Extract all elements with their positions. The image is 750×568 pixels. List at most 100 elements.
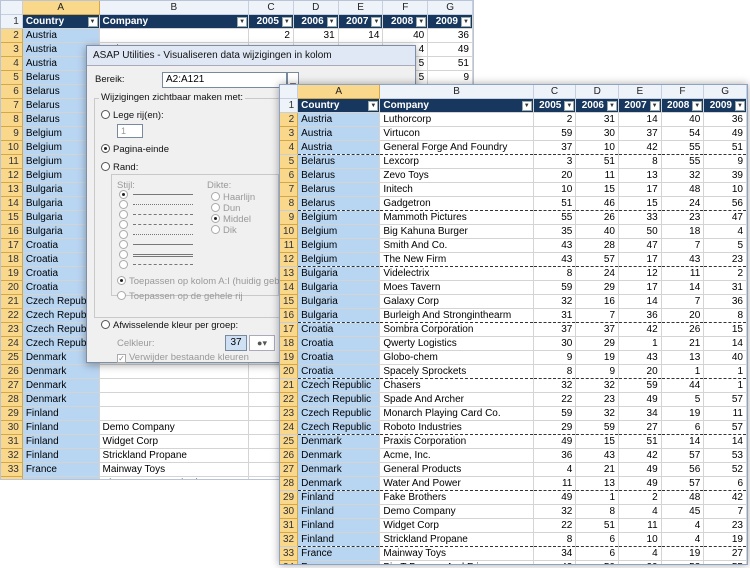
filter-dropdown-icon[interactable]: ▼ xyxy=(87,17,98,27)
row-header[interactable]: 8 xyxy=(280,196,299,211)
value-cell[interactable]: 34 xyxy=(533,546,577,561)
apply-row-radio[interactable] xyxy=(117,291,126,300)
value-cell[interactable]: 15 xyxy=(575,182,619,197)
column-title-2005[interactable]: 2005 ▼ xyxy=(248,14,294,29)
value-cell[interactable]: 42 xyxy=(533,560,577,564)
filter-dropdown-icon[interactable]: ▼ xyxy=(237,17,248,27)
value-cell[interactable]: 36 xyxy=(427,28,473,43)
row-header[interactable]: 11 xyxy=(1,154,23,169)
value-cell[interactable]: 36 xyxy=(533,448,577,463)
value-cell[interactable]: 48 xyxy=(661,182,705,197)
line-style-radio[interactable] xyxy=(119,190,128,199)
value-cell[interactable]: 1 xyxy=(703,378,747,393)
value-cell[interactable]: 49 xyxy=(703,126,747,141)
value-cell[interactable]: 20 xyxy=(533,168,577,183)
company-cell[interactable]: Mainway Toys xyxy=(379,546,534,561)
country-cell[interactable]: Croatia xyxy=(297,364,381,379)
value-cell[interactable]: 47 xyxy=(703,210,747,225)
value-cell[interactable]: 13 xyxy=(575,476,619,491)
value-cell[interactable]: 8 xyxy=(533,532,577,547)
row-header[interactable]: 30 xyxy=(1,420,23,435)
column-title-country[interactable]: Country ▼ xyxy=(22,14,100,29)
column-header-f[interactable]: F xyxy=(661,85,705,99)
value-cell[interactable]: 9 xyxy=(533,350,577,365)
value-cell[interactable]: 4 xyxy=(703,224,747,239)
value-cell[interactable]: 43 xyxy=(618,350,662,365)
row-header[interactable]: 34 xyxy=(280,560,299,564)
row-header[interactable]: 30 xyxy=(280,504,299,519)
row-header[interactable]: 21 xyxy=(280,378,299,393)
column-title-2006[interactable]: 2006 ▼ xyxy=(293,14,339,29)
value-cell[interactable]: 14 xyxy=(661,434,705,449)
value-cell[interactable]: 36 xyxy=(618,308,662,323)
company-cell[interactable]: Mainway Toys xyxy=(99,462,250,477)
value-cell[interactable]: 56 xyxy=(661,462,705,477)
row-header[interactable]: 18 xyxy=(1,252,23,267)
value-cell[interactable]: 37 xyxy=(533,322,577,337)
row-header[interactable]: 2 xyxy=(1,28,23,43)
value-cell[interactable]: 10 xyxy=(618,532,662,547)
thickness-radio[interactable] xyxy=(211,225,220,234)
row-header[interactable]: 3 xyxy=(280,126,299,141)
row-header[interactable]: 14 xyxy=(280,280,299,295)
row-header[interactable]: 20 xyxy=(1,280,23,295)
country-cell[interactable]: Belarus xyxy=(297,168,381,183)
value-cell[interactable]: 1 xyxy=(661,364,705,379)
value-cell[interactable]: 37 xyxy=(533,140,577,155)
filter-dropdown-icon[interactable]: ▼ xyxy=(607,101,617,111)
company-cell[interactable]: Big T Burgers And Fries xyxy=(99,476,250,479)
filter-dropdown-icon[interactable]: ▼ xyxy=(368,101,379,111)
value-cell[interactable]: 7 xyxy=(661,294,705,309)
value-cell[interactable]: 24 xyxy=(575,266,619,281)
value-cell[interactable]: 59 xyxy=(533,280,577,295)
page-break-option[interactable]: Pagina-einde xyxy=(101,144,169,155)
column-title-2005[interactable]: 2005 ▼ xyxy=(533,98,577,113)
row-header[interactable]: 23 xyxy=(280,406,299,421)
row-header[interactable]: 15 xyxy=(280,294,299,309)
country-cell[interactable]: Croatia xyxy=(297,350,381,365)
country-cell[interactable]: Finland xyxy=(297,532,381,547)
value-cell[interactable]: 15 xyxy=(575,434,619,449)
empty-rows-radio[interactable] xyxy=(101,110,110,119)
value-cell[interactable]: 8 xyxy=(533,364,577,379)
value-cell[interactable]: 37 xyxy=(618,126,662,141)
country-cell[interactable]: Belarus xyxy=(297,196,381,211)
value-cell[interactable]: 57 xyxy=(661,476,705,491)
value-cell[interactable]: 5 xyxy=(661,392,705,407)
value-cell[interactable]: 5 xyxy=(703,238,747,253)
row-header[interactable]: 2 xyxy=(280,112,299,127)
country-cell[interactable]: Finland xyxy=(297,504,381,519)
value-cell[interactable]: 57 xyxy=(703,392,747,407)
country-cell[interactable]: Belgium xyxy=(297,252,381,267)
value-cell[interactable]: 1 xyxy=(575,490,619,505)
company-cell[interactable]: Demo Company xyxy=(99,420,250,435)
filter-dropdown-icon[interactable]: ▼ xyxy=(521,101,532,111)
value-cell[interactable]: 10 xyxy=(703,182,747,197)
value-cell[interactable]: 32 xyxy=(575,406,619,421)
country-cell[interactable]: Bulgaria xyxy=(297,294,381,309)
value-cell[interactable]: 55 xyxy=(661,140,705,155)
value-cell[interactable]: 22 xyxy=(533,392,577,407)
row-header[interactable]: 22 xyxy=(280,392,299,407)
company-cell[interactable]: Smith And Co. xyxy=(379,238,534,253)
select-all-corner[interactable] xyxy=(280,85,299,99)
row-header[interactable]: 25 xyxy=(280,434,299,449)
value-cell[interactable]: 49 xyxy=(618,476,662,491)
company-cell[interactable]: The New Firm xyxy=(379,252,534,267)
value-cell[interactable]: 3 xyxy=(533,154,577,169)
value-cell[interactable]: 31 xyxy=(293,28,339,43)
column-title-company[interactable]: Company ▼ xyxy=(379,98,534,113)
column-title-2006[interactable]: 2006 ▼ xyxy=(575,98,619,113)
column-header-d[interactable]: D xyxy=(575,85,619,99)
value-cell[interactable]: 17 xyxy=(618,252,662,267)
value-cell[interactable]: 23 xyxy=(703,518,747,533)
row-header[interactable]: 17 xyxy=(280,322,299,337)
row-header[interactable]: 3 xyxy=(1,42,23,57)
row-header[interactable]: 15 xyxy=(1,210,23,225)
company-cell[interactable]: Qwerty Logistics xyxy=(379,336,534,351)
value-cell[interactable]: 40 xyxy=(661,112,705,127)
row-header[interactable]: 7 xyxy=(280,182,299,197)
column-title-2008[interactable]: 2008 ▼ xyxy=(382,14,429,29)
row-header[interactable]: 24 xyxy=(1,336,23,351)
value-cell[interactable]: 4 xyxy=(618,546,662,561)
